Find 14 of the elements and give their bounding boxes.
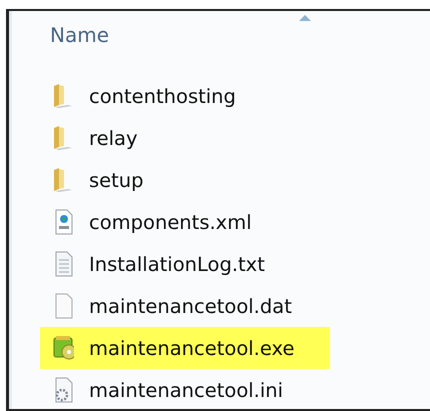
- file-name[interactable]: contenthosting: [89, 84, 236, 108]
- installer-disc-icon: [52, 335, 74, 361]
- file-name[interactable]: maintenancetool.dat: [89, 294, 292, 318]
- file-name[interactable]: maintenancetool.ini: [89, 378, 284, 402]
- sort-arrow-icon: [298, 14, 312, 22]
- file-name[interactable]: InstallationLog.txt: [89, 252, 265, 276]
- folder-icon: [52, 167, 74, 193]
- file-name[interactable]: components.xml: [89, 210, 252, 234]
- column-header[interactable]: Name: [50, 23, 110, 47]
- file-name[interactable]: maintenancetool.exe: [89, 336, 294, 360]
- folder-icon: [52, 125, 74, 151]
- folder-icon: [52, 83, 74, 109]
- file-name[interactable]: relay: [89, 126, 138, 150]
- file-name[interactable]: setup: [89, 168, 144, 192]
